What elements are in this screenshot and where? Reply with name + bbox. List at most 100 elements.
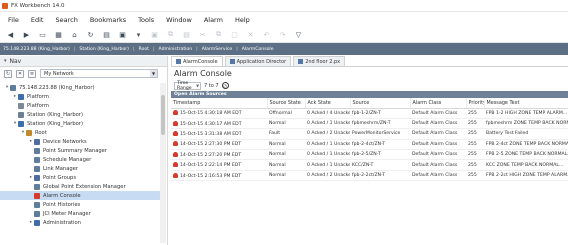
table-row[interactable]: 14-Oct-15 2:16:53 PM EDT Normal 0 Acked / …: [171, 170, 568, 182]
filter-icon[interactable]: ▽: [294, 30, 303, 39]
close-icon[interactable]: ✕: [16, 69, 24, 78]
new-tab-icon[interactable]: ▦: [54, 30, 63, 39]
menu-alarm[interactable]: Alarm: [204, 16, 223, 24]
side-bar-icon[interactable]: ▤: [102, 30, 111, 39]
nav-title: Nav: [9, 57, 22, 65]
menu-window[interactable]: Window: [166, 16, 192, 24]
tree-node[interactable]: JCI Meter Manager: [0, 209, 160, 218]
nav-scrollbar[interactable]: [160, 83, 166, 243]
table-row[interactable]: 15-Oct-15 4:30:18 AM EDT Offnormal 0 Acked…: [171, 108, 568, 119]
tree-node[interactable]: ▸ Point Groups: [0, 173, 160, 182]
tree-node[interactable]: Link Manager: [0, 164, 160, 173]
column-alarm-class[interactable]: Alarm Class: [410, 98, 467, 109]
undo-icon[interactable]: ↶: [262, 30, 271, 39]
time-range-select[interactable]: Time Range ▼: [174, 81, 201, 91]
tree-node-icon: [26, 129, 32, 136]
chevron-down-icon[interactable]: ▾: [4, 58, 7, 64]
tree-node[interactable]: ▾ Station (King_Harbor): [0, 119, 160, 128]
column-source-state[interactable]: Source State: [267, 98, 306, 109]
tree-node-label: Administration: [43, 219, 81, 226]
menu-search[interactable]: Search: [55, 16, 77, 24]
tab-alarm-console[interactable]: AlarmConsole: [171, 56, 223, 66]
tree-node[interactable]: Platform: [0, 101, 160, 110]
app-icon: [2, 2, 8, 9]
nav-pane: ▾ Nav ↻ ✕ ≡ My Network ▼ ▾ 75.148.223.88 …: [0, 56, 168, 245]
tree-node-icon: [34, 219, 40, 226]
table-cell: fpbmeshrm ZONE TEMP BACK NORMAL...: [484, 118, 568, 130]
chevron-down-icon[interactable]: ▼: [150, 70, 157, 77]
menu-tools[interactable]: Tools: [138, 16, 154, 24]
nav-header[interactable]: ▾ Nav: [0, 56, 167, 67]
column-ack-state[interactable]: Ack State: [305, 98, 351, 109]
table-row[interactable]: 14-Oct-15 2:22:14 PM EDT Normal 0 Acked / …: [171, 159, 568, 171]
breadcrumb-root[interactable]: Root: [139, 47, 149, 52]
table-cell: KCC/ZN-T: [350, 159, 410, 171]
tab-2nd-floor[interactable]: 2nd floor 2.px: [293, 56, 346, 66]
column-source[interactable]: Source: [350, 98, 411, 109]
breadcrumb-administration[interactable]: Administration: [159, 47, 193, 52]
column-timestamp[interactable]: Timestamp: [171, 98, 268, 109]
table-cell: 0 Acked / 2 Unacked: [305, 170, 350, 182]
breadcrumb-station[interactable]: Station (King_Harbor): [79, 47, 129, 52]
rename-icon[interactable]: ▢: [230, 30, 239, 39]
table-cell: Default Alarm Class: [410, 118, 466, 130]
tree-node[interactable]: Point Histories: [0, 200, 160, 209]
tab-application-director[interactable]: Application Director: [224, 56, 292, 66]
home-icon[interactable]: ⌂: [70, 30, 79, 39]
menu-bookmarks[interactable]: Bookmarks: [90, 16, 126, 24]
table-cell: Normal: [267, 170, 305, 182]
column-message-text[interactable]: Message Text: [484, 98, 568, 109]
breadcrumb-host[interactable]: 75.148.223.88 (King_Harbor): [3, 47, 70, 52]
refresh-icon[interactable]: ↻: [86, 30, 95, 39]
tree-node[interactable]: ▾ 75.148.223.88 (King_Harbor): [0, 83, 160, 92]
tree-node[interactable]: ▸ Platform: [0, 92, 160, 101]
nav-toolbar: ↻ ✕ ≡ My Network ▼: [0, 67, 167, 80]
delete-icon[interactable]: ✕: [246, 30, 255, 39]
breadcrumb-alarm-service[interactable]: AlarmService: [202, 47, 233, 52]
tree-node[interactable]: Station (King_Harbor): [0, 110, 160, 119]
table-cell: 14-Oct-15 2:16:53 PM EDT: [171, 170, 267, 182]
tree-node[interactable]: Alarm Console: [0, 191, 160, 200]
table-row[interactable]: 14-Oct-15 2:27:30 PM EDT Normal 0 Acked / …: [171, 139, 568, 151]
tree-node-icon: [34, 183, 40, 190]
tree-node[interactable]: Global Point Extension Manager: [0, 182, 160, 191]
table-row[interactable]: 15-Oct-15 3:31:38 AM EDT Fault 0 Acked / 2…: [171, 128, 568, 140]
new-window-icon[interactable]: ▭: [38, 30, 47, 39]
menu-edit[interactable]: Edit: [31, 16, 44, 24]
duplicate-icon[interactable]: ⧉: [214, 30, 223, 39]
column-priority[interactable]: Priority: [466, 98, 485, 109]
tree-node[interactable]: ▸ Device Networks: [0, 137, 160, 146]
cut-icon[interactable]: ✂: [198, 30, 207, 39]
tree-node[interactable]: Point Summary Manager: [0, 146, 160, 155]
copy-icon[interactable]: ⧉: [166, 30, 175, 39]
time-range-value[interactable]: 7 to 7: [204, 83, 219, 89]
save-icon[interactable]: ▣: [150, 30, 159, 39]
breadcrumb-alarm-console[interactable]: AlarmConsole: [242, 47, 274, 52]
refresh-icon[interactable]: ↻: [4, 69, 12, 78]
console-icon[interactable]: ▣: [118, 30, 127, 39]
table-cell: fpb-2-2ct/ZN-T: [350, 170, 410, 182]
clock-icon[interactable]: ◷: [221, 82, 229, 89]
tree-node-label: Global Point Extension Manager: [43, 183, 126, 190]
redo-icon[interactable]: ↷: [278, 30, 287, 39]
menu-file[interactable]: File: [8, 16, 19, 24]
table-row[interactable]: 14-Oct-15 2:27:20 PM EDT Normal 0 Acked / …: [171, 149, 568, 161]
table-row[interactable]: 15-Oct-15 4:30:17 AM EDT Normal 0 Acked / …: [171, 118, 568, 130]
expand-icon[interactable]: ▾: [134, 30, 143, 39]
table-cell: Default Alarm Class: [410, 170, 466, 182]
forward-icon[interactable]: ▶: [22, 30, 31, 39]
tree-node-label: Platform: [27, 93, 49, 100]
list-icon[interactable]: ≡: [28, 69, 36, 78]
chevron-down-icon[interactable]: ▼: [196, 83, 200, 88]
tree-node[interactable]: ▾ Root: [0, 128, 160, 137]
page-title: Alarm Console: [174, 69, 232, 78]
paste-icon[interactable]: ▤: [182, 30, 191, 39]
network-select[interactable]: My Network ▼: [40, 69, 158, 78]
menu-help[interactable]: Help: [235, 16, 250, 24]
table-cell: FPB 1-2 HIGH ZONE TEMP ALARM...: [484, 108, 568, 119]
table-cell: fpb-1-2/ZN-T: [350, 108, 410, 119]
tree-node[interactable]: Schedule Manager: [0, 155, 160, 164]
back-icon[interactable]: ◀: [6, 30, 15, 39]
tree-node[interactable]: ▸ Administration: [0, 218, 160, 227]
scrollbar-thumb[interactable]: [161, 95, 165, 135]
